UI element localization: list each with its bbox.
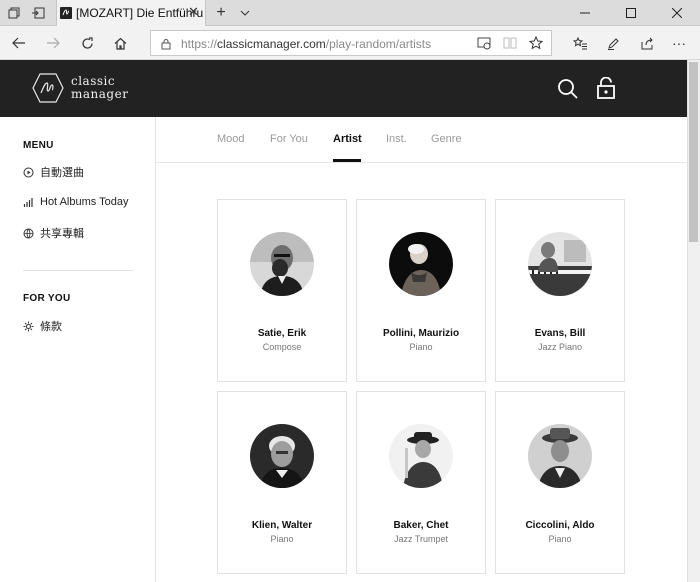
window-close-icon[interactable] [654,0,700,26]
site-favicon-icon [60,6,72,24]
active-tab-indicator [333,159,361,162]
globe-icon [23,228,34,238]
artist-portrait [250,424,314,488]
lock-login-icon[interactable] [596,76,616,104]
sidebar-item-shared-albums[interactable]: 共享專輯 [23,225,84,241]
more-options-icon[interactable]: ··· [664,26,694,60]
logo-text-line2: manager [71,87,129,101]
book-icon[interactable] [503,36,517,55]
back-icon[interactable] [4,26,34,60]
pen-icon[interactable] [598,26,628,60]
minimize-icon[interactable] [562,0,608,26]
category-tabs: Mood For You Artist Inst. Genre [156,117,687,163]
artist-role: Jazz Trumpet [393,534,449,544]
artist-card[interactable]: Klien, Walter Piano [217,391,347,574]
artist-role: Piano [548,534,572,544]
set-aside-tabs-icon[interactable] [28,0,48,26]
maximize-icon[interactable] [608,0,654,26]
share-icon[interactable] [632,26,662,60]
tab-genre[interactable]: Genre [431,133,462,145]
artist-card[interactable]: Satie, Erik Compose [217,199,347,382]
artist-portrait [389,424,453,488]
artist-role: Piano [270,534,294,544]
artist-name: Evans, Bill [534,328,586,339]
browser-tab-title: [MOZART] Die Entführu [76,6,204,20]
reading-view-icon[interactable] [477,36,491,55]
artist-card[interactable]: Evans, Bill Jazz Piano [495,199,625,382]
sidebar-item-terms[interactable]: 條款 [23,318,62,334]
refresh-icon[interactable] [72,26,102,60]
for-you-heading: FOR YOU [23,293,71,304]
chart-bars-icon [23,197,33,207]
site-logo[interactable]: classic manager [71,75,128,101]
artist-card[interactable]: Pollini, Maurizio Piano [356,199,486,382]
sidebar-item-label: 自動選曲 [40,167,84,179]
sidebar-item-hot-albums[interactable]: Hot Albums Today [23,194,128,210]
artist-portrait [528,232,592,296]
tab-artist[interactable]: Artist [333,133,362,145]
forward-icon[interactable] [38,26,68,60]
menu-heading: MENU [23,140,54,151]
tab-for-you[interactable]: For You [270,133,308,145]
sidebar-item-label: Hot Albums Today [40,196,129,208]
tab-close-icon[interactable]: ✕ [188,4,199,20]
artist-card[interactable]: Baker, Chet Jazz Trumpet [356,391,486,574]
artist-role: Compose [262,342,302,352]
tab-inst[interactable]: Inst. [386,133,407,145]
artist-name: Baker, Chet [393,520,449,531]
search-icon[interactable] [557,78,579,105]
browser-navbar: https://classicmanager.com/play-random/a… [0,26,700,60]
artist-role: Jazz Piano [537,342,583,352]
new-tab-icon[interactable]: + [210,0,232,26]
artist-card[interactable]: Ciccolini, Aldo Piano [495,391,625,574]
logo-mark-icon[interactable] [32,73,64,108]
sidebar-divider [23,270,133,271]
lock-icon [161,37,171,55]
artist-portrait [250,232,314,296]
sidebar-item-label: 條款 [40,321,62,333]
chevron-down-icon[interactable] [234,0,256,26]
artist-role: Piano [409,342,433,352]
browser-titlebar: [MOZART] Die Entführu ✕ + [0,0,700,27]
scrollbar-thumb[interactable] [689,62,698,242]
address-bar[interactable]: https://classicmanager.com/play-random/a… [150,30,552,56]
favorite-star-icon[interactable] [528,35,544,55]
url-text: https://classicmanager.com/play-random/a… [181,37,432,51]
tab-mood[interactable]: Mood [217,133,245,145]
sidebar-item-label: 共享專輯 [40,228,84,240]
tab-list-icon[interactable] [4,0,24,26]
artist-portrait [528,424,592,488]
artist-name: Ciccolini, Aldo [525,520,595,531]
artist-name: Satie, Erik [257,328,307,339]
sidebar-item-auto-select[interactable]: 自動選曲 [23,164,84,180]
clock-play-icon [23,167,34,177]
artist-name: Klien, Walter [251,520,313,531]
artist-portrait [389,232,453,296]
home-icon[interactable] [105,26,135,60]
gear-icon [23,321,34,331]
artist-name: Pollini, Maurizio [382,328,460,339]
sidebar: MENU 自動選曲 Hot Albums Today 共享專輯 FOR YOU … [0,117,156,582]
favorites-list-icon[interactable] [565,26,595,60]
